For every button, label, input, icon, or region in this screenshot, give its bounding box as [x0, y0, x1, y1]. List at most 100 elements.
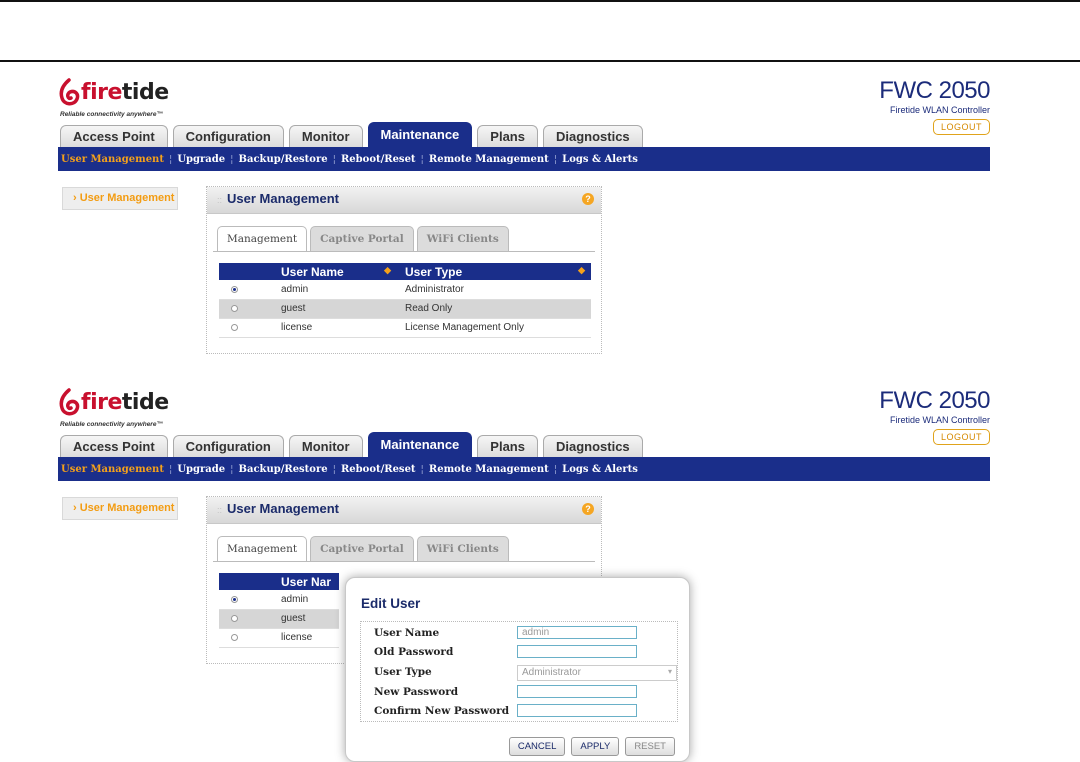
screenshot-main: firetide Reliable connectivity anywhere™… [58, 70, 990, 370]
tab-monitor[interactable]: Monitor [288, 435, 363, 457]
subnav-remote-management[interactable]: Remote Management [429, 464, 549, 475]
subnav-backup-restore[interactable]: Backup/Restore [239, 154, 328, 165]
row-radio[interactable] [231, 633, 238, 641]
tab-maintenance[interactable]: Maintenance [367, 122, 473, 147]
field-confirm-password: Confirm New Password [374, 704, 674, 720]
field-user-type: User Type Administrator ▾ [374, 665, 677, 681]
subtab-captive-portal[interactable]: Captive Portal [310, 226, 414, 251]
new-password-input[interactable] [517, 685, 637, 698]
logo-wordmark: firetide [81, 80, 169, 105]
top-blank-bar [0, 0, 1080, 62]
user-type-select[interactable]: Administrator ▾ [517, 665, 677, 681]
row-radio[interactable] [231, 595, 238, 603]
tab-plans[interactable]: Plans [477, 435, 538, 457]
drag-handle-icon: :: [217, 195, 223, 205]
tab-monitor[interactable]: Monitor [288, 125, 363, 147]
tab-diagnostics[interactable]: Diagnostics [542, 435, 643, 457]
logo-tagline: Reliable connectivity anywhere™ [60, 111, 163, 118]
old-password-input[interactable] [517, 645, 637, 658]
firetide-logo: firetide Reliable connectivity anywhere™ [58, 70, 258, 122]
subnav-user-management[interactable]: User Management [61, 154, 164, 165]
firetide-swirl-icon [59, 78, 80, 106]
user-name-input[interactable] [517, 626, 637, 639]
sort-icon[interactable]: ◆ [384, 265, 391, 276]
subnav-logs-alerts[interactable]: Logs & Alerts [562, 464, 638, 475]
sub-navigation: User Management ¦ Upgrade ¦ Backup/Restore… [58, 457, 990, 481]
subtab-wifi-clients[interactable]: WiFi Clients [416, 536, 509, 561]
subtab-management[interactable]: Management [217, 226, 308, 251]
drag-handle-icon: :: [217, 505, 223, 515]
help-icon[interactable]: ? [582, 193, 594, 205]
help-icon[interactable]: ? [582, 503, 594, 515]
table-row[interactable]: admin Administrator [219, 280, 591, 300]
subnav-logs-alerts[interactable]: Logs & Alerts [562, 154, 638, 165]
dialog-title: Edit User [361, 596, 421, 611]
table-row[interactable]: admin [219, 590, 339, 610]
tab-configuration[interactable]: Configuration [172, 125, 284, 147]
column-header-user-name[interactable]: User Nar [273, 573, 339, 590]
user-name-label: User Name [374, 627, 440, 639]
subnav-remote-management[interactable]: Remote Management [429, 154, 549, 165]
column-header-user-type[interactable]: User Type ◆ [397, 263, 591, 280]
subnav-upgrade[interactable]: Upgrade [177, 464, 225, 475]
main-tabs: Access Point Configuration Monitor Maint… [60, 432, 648, 457]
cell-user-name: guest [273, 299, 397, 319]
table-header-row: User Nar [219, 573, 339, 590]
subtab-wifi-clients[interactable]: WiFi Clients [416, 226, 509, 251]
user-management-panel: :: User Management ? Management Captive P… [206, 186, 602, 354]
tab-diagnostics[interactable]: Diagnostics [542, 125, 643, 147]
subnav-user-management[interactable]: User Management [61, 464, 164, 475]
apply-button[interactable]: APPLY [571, 737, 620, 756]
cell-user-name: admin [273, 590, 339, 610]
subtab-captive-portal[interactable]: Captive Portal [310, 536, 414, 561]
cell-user-type: Administrator [397, 280, 591, 300]
subnav-reboot-reset[interactable]: Reboot/Reset [341, 464, 416, 475]
product-info: FWC 2050 Firetide WLAN Controller LOGOUT [879, 388, 990, 445]
cell-user-name: license [273, 628, 339, 648]
firetide-swirl-icon [59, 388, 80, 416]
sidebar-item-user-management[interactable]: › User Management [62, 187, 178, 210]
field-new-password: New Password [374, 685, 674, 701]
row-radio[interactable] [231, 323, 238, 331]
column-header-user-name[interactable]: User Name ◆ [273, 263, 397, 280]
confirm-password-input[interactable] [517, 704, 637, 717]
tab-maintenance[interactable]: Maintenance [367, 432, 473, 457]
table-row[interactable]: license [219, 628, 339, 648]
subnav-upgrade[interactable]: Upgrade [177, 154, 225, 165]
sub-navigation: User Management ¦ Upgrade ¦ Backup/Restore… [58, 147, 990, 171]
cell-user-name: guest [273, 609, 339, 629]
main-tabs: Access Point Configuration Monitor Maint… [60, 122, 648, 147]
table-row[interactable]: license License Management Only [219, 318, 591, 338]
tab-configuration[interactable]: Configuration [172, 435, 284, 457]
product-info: FWC 2050 Firetide WLAN Controller LOGOUT [879, 78, 990, 135]
reset-button[interactable]: RESET [625, 737, 675, 756]
cancel-button[interactable]: CANCEL [508, 737, 566, 756]
table-row[interactable]: guest [219, 609, 339, 629]
field-old-password: Old Password [374, 645, 674, 661]
panel-subtabs: Management Captive Portal WiFi Clients [217, 226, 512, 251]
row-radio[interactable] [231, 304, 238, 312]
tab-access-point[interactable]: Access Point [60, 435, 168, 457]
cell-user-type: Read Only [397, 299, 591, 319]
users-table: User Name ◆ User Type ◆ admin Administrato… [219, 263, 591, 338]
tab-access-point[interactable]: Access Point [60, 125, 168, 147]
product-name: FWC 2050 [879, 387, 990, 414]
dialog-buttons: CANCEL APPLY RESET [503, 737, 675, 756]
old-password-label: Old Password [374, 646, 454, 658]
subtab-management[interactable]: Management [217, 536, 308, 561]
tab-plans[interactable]: Plans [477, 125, 538, 147]
panel-header: :: User Management ? [207, 497, 601, 524]
sort-icon[interactable]: ◆ [578, 265, 585, 276]
cell-user-type: License Management Only [397, 318, 591, 338]
subnav-reboot-reset[interactable]: Reboot/Reset [341, 154, 416, 165]
sidebar-item-user-management[interactable]: › User Management [62, 497, 178, 520]
firetide-logo: firetide Reliable connectivity anywhere™ [58, 380, 258, 432]
row-radio[interactable] [231, 285, 238, 293]
subnav-backup-restore[interactable]: Backup/Restore [239, 464, 328, 475]
table-row[interactable]: guest Read Only [219, 299, 591, 319]
row-radio[interactable] [231, 614, 238, 622]
logout-button[interactable]: LOGOUT [932, 119, 990, 135]
select-column-header [219, 573, 273, 590]
logout-button[interactable]: LOGOUT [932, 429, 990, 445]
panel-title: User Management [227, 501, 339, 516]
